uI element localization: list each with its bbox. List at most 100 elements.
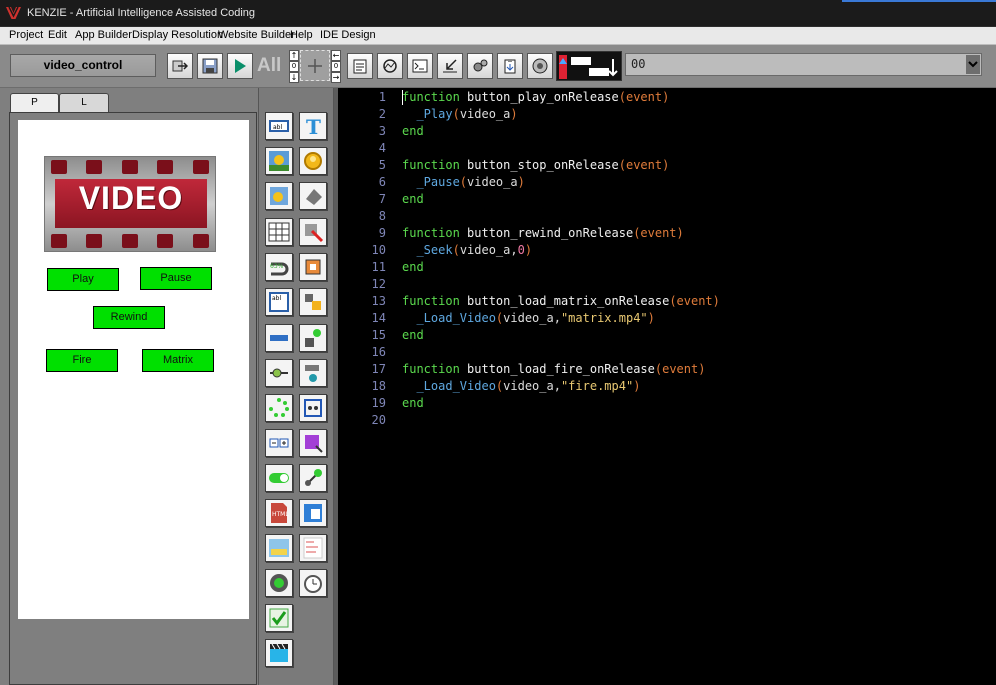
rewind-button[interactable]: Rewind [93,306,165,329]
tab-properties[interactable]: P [10,93,59,113]
palette-button[interactable] [299,147,327,175]
code-line[interactable]: end [402,260,424,274]
nudge-up-button[interactable]: ↑ [289,50,299,61]
web-icon [304,504,322,522]
menu-project[interactable]: Project [9,29,43,41]
line-number: 4 [378,141,386,155]
code-line[interactable]: function button_stop_onRelease(event) [402,158,669,172]
export-button[interactable] [167,53,193,79]
tab-layers[interactable]: L [59,93,109,113]
palette-checkbox[interactable] [265,604,293,632]
palette-link[interactable] [299,464,327,492]
palette-scroll[interactable] [265,359,293,387]
value-select-arrow[interactable] [966,55,980,74]
code-line[interactable]: _Play(video_a) [402,107,517,121]
layer-order-control[interactable] [556,51,622,81]
code-line[interactable]: _Load_Video(video_a,"matrix.mp4") [402,311,654,325]
refresh-button[interactable] [377,53,403,79]
line-number: 20 [371,413,386,427]
stepper-icon [269,438,289,448]
code-token: end [402,328,424,342]
nudge-left-button[interactable]: ← [331,50,341,61]
code-line[interactable]: function button_play_onRelease(event) [402,90,669,104]
palette-timer[interactable] [299,569,327,597]
nudge-step-top[interactable]: 0 [289,61,299,72]
textbox-icon: abl [269,120,289,132]
palette-stepper[interactable] [265,429,293,457]
menu-ide-design[interactable]: IDE Design [320,29,376,41]
all-label[interactable]: All [257,55,281,77]
code-line[interactable]: function button_load_matrix_onRelease(ev… [402,294,720,308]
palette-toggle[interactable] [265,464,293,492]
code-line[interactable]: end [402,328,424,342]
design-canvas[interactable]: VIDEO Play Pause Rewind Fire Matrix [18,120,249,619]
palette-hotspot[interactable] [299,218,327,246]
pause-button[interactable]: Pause [140,267,212,290]
code-line[interactable]: _Pause(video_a) [402,175,524,189]
terminal-button[interactable] [407,53,433,79]
code-token: _Load_Video [402,311,496,325]
palette-video[interactable] [265,639,293,667]
record-button[interactable] [527,53,553,79]
code-line[interactable]: end [402,124,424,138]
code-line[interactable]: end [402,396,424,410]
nudge-step-bottom[interactable]: 0 [331,61,341,72]
scroll-icon [270,368,288,378]
save-button[interactable] [197,53,223,79]
menu-app-builder[interactable]: App Builder [75,29,132,41]
palette-select[interactable] [299,429,327,457]
code-token: ( [452,243,460,257]
html-icon: HTML [271,503,289,523]
fire-button[interactable]: Fire [46,349,118,372]
palette-textarea[interactable]: abl [265,288,293,316]
code-editor[interactable]: 1 function button_play_onRelease(event) 2 … [338,88,996,685]
menu-website-builder[interactable]: Website Builder [218,29,295,41]
nudge-down-button[interactable]: ↓ [289,72,299,83]
matrix-button[interactable]: Matrix [142,349,214,372]
menu-edit[interactable]: Edit [48,29,67,41]
control-name-field[interactable]: video_control [10,54,156,77]
video-banner[interactable]: VIDEO [44,156,216,252]
palette-image[interactable] [265,147,293,175]
settings-button[interactable] [467,53,493,79]
palette-grid[interactable] [299,394,327,422]
code-line[interactable]: end [402,192,424,206]
line-number: 16 [371,345,386,359]
palette-spinner[interactable] [265,394,293,422]
import-button[interactable] [437,53,463,79]
palette-diagram[interactable] [299,324,327,352]
code-line[interactable]: function button_rewind_onRelease(event) [402,226,684,240]
palette-html[interactable]: HTML [265,499,293,527]
nudge-right-button[interactable]: → [331,72,341,83]
code-line[interactable]: function button_load_fire_onRelease(even… [402,362,705,376]
code-line[interactable]: _Load_Video(video_a,"fire.mp4") [402,379,640,393]
code-token: "matrix.mp4" [560,311,648,325]
code-line[interactable]: _Seek(video_a,0) [402,243,532,257]
palette-image-gallery[interactable] [265,182,293,210]
palette-crop[interactable] [299,253,327,281]
palette-map[interactable] [265,534,293,562]
move-tool[interactable] [300,50,330,81]
palette-text[interactable]: T [299,112,327,140]
palette-shape[interactable] [299,182,327,210]
menu-display-resolution[interactable]: Display Resolution [132,29,223,41]
value-select[interactable]: 00 [625,53,982,76]
svg-text:abl: abl [273,124,282,131]
menu-help[interactable]: Help [290,29,313,41]
palette-radio[interactable] [265,569,293,597]
palette-progress[interactable]: 63% [265,253,293,281]
properties-button[interactable] [347,53,373,79]
clipboard-button[interactable] [497,53,523,79]
chevron-down-icon [968,61,978,68]
palette-textbox[interactable]: abl [265,112,293,140]
palette-report[interactable] [299,534,327,562]
palette-layers[interactable] [299,288,327,316]
palette-table[interactable] [265,218,293,246]
radio-icon [270,574,288,592]
play-button[interactable]: Play [47,268,119,291]
palette-web[interactable] [299,499,327,527]
diagram-icon [305,329,321,347]
palette-slider[interactable] [265,324,293,352]
run-button[interactable] [227,53,253,79]
palette-connector[interactable] [299,359,327,387]
